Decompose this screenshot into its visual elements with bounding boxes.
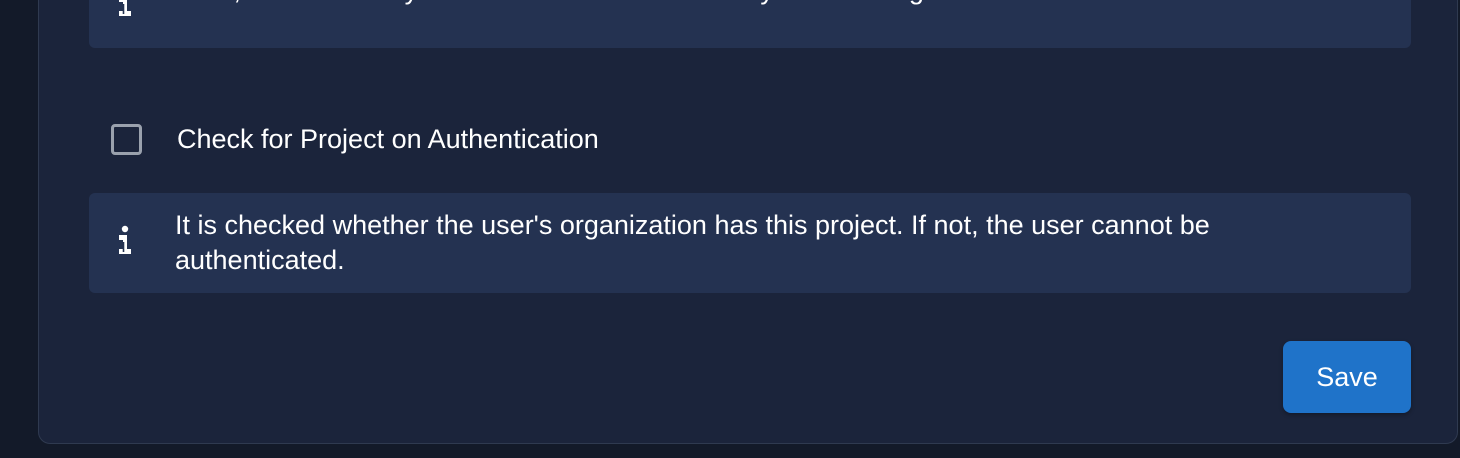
save-button[interactable]: Save: [1283, 341, 1411, 413]
info-icon: [119, 225, 131, 254]
project-check-hint: It is checked whether the user's organiz…: [175, 210, 1210, 275]
page: If set, users are only allowed to authen…: [0, 0, 1460, 458]
info-icon: [119, 0, 131, 16]
project-check-info-box: It is checked whether the user's organiz…: [89, 193, 1411, 293]
project-check-row[interactable]: Check for Project on Authentication: [111, 119, 599, 159]
project-check-label[interactable]: Check for Project on Authentication: [177, 122, 599, 157]
settings-card: If set, users are only allowed to authen…: [38, 0, 1458, 444]
role-required-info-box: If set, users are only allowed to authen…: [89, 0, 1411, 48]
role-required-hint: If set, users are only allowed to authen…: [175, 0, 1251, 8]
project-check-checkbox[interactable]: [111, 123, 142, 155]
